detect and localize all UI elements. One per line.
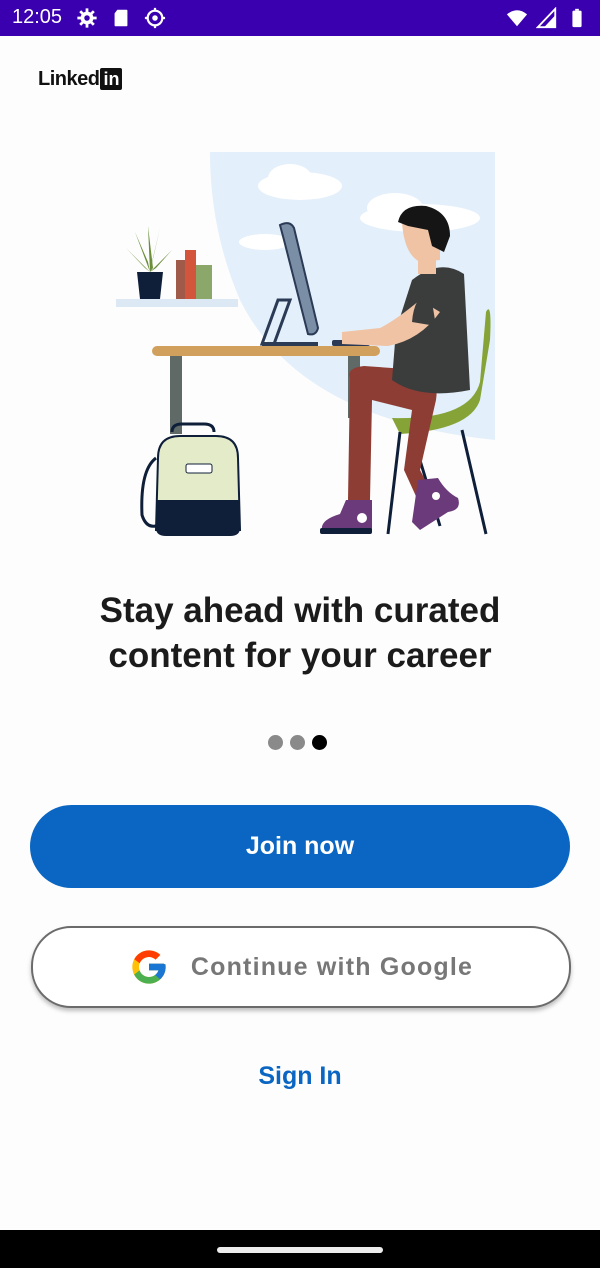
shelf [116, 299, 238, 307]
book [185, 250, 196, 299]
headline-line-2: content for your career [108, 636, 492, 675]
battery-icon [572, 8, 582, 28]
continue-with-google-label: Continue with Google [190, 952, 474, 981]
page-dot-1[interactable] [268, 735, 283, 750]
join-now-label: Join now [245, 832, 355, 860]
desk-top [152, 346, 380, 356]
vpn-icon [144, 7, 166, 29]
sd-card-icon [114, 9, 128, 27]
monitor-base [262, 342, 318, 346]
book [196, 265, 212, 299]
continue-with-google-button[interactable]: Continue with Google [31, 926, 571, 1008]
page-dot-2[interactable] [290, 735, 305, 750]
plant-leaves [126, 226, 172, 272]
status-time: 12:05 [12, 6, 63, 28]
page-indicator [268, 735, 327, 750]
join-now-button[interactable]: Join now [30, 805, 570, 888]
desk-leg [170, 356, 182, 434]
book [176, 260, 185, 299]
page-dot-3-active[interactable] [312, 735, 327, 750]
sign-in-link[interactable]: Sign In [200, 1062, 400, 1091]
plant-pot [137, 272, 163, 299]
headline-line-1: Stay ahead with curated [99, 591, 501, 630]
settings-icon [77, 8, 97, 28]
cell-signal-icon [536, 7, 557, 29]
status-bar: 12:05 [0, 0, 600, 36]
linkedin-logo: Linked in [38, 66, 123, 92]
logo-in-box: in [100, 68, 123, 90]
logo-wordmark: Linked [38, 67, 100, 90]
navigation-bar [0, 1230, 600, 1268]
wifi-icon [506, 10, 528, 27]
google-icon [132, 950, 166, 984]
hero-illustration [116, 152, 495, 536]
home-gesture-handle[interactable] [217, 1247, 383, 1253]
onboarding-headline: Stay ahead with curated content for your… [40, 588, 560, 678]
